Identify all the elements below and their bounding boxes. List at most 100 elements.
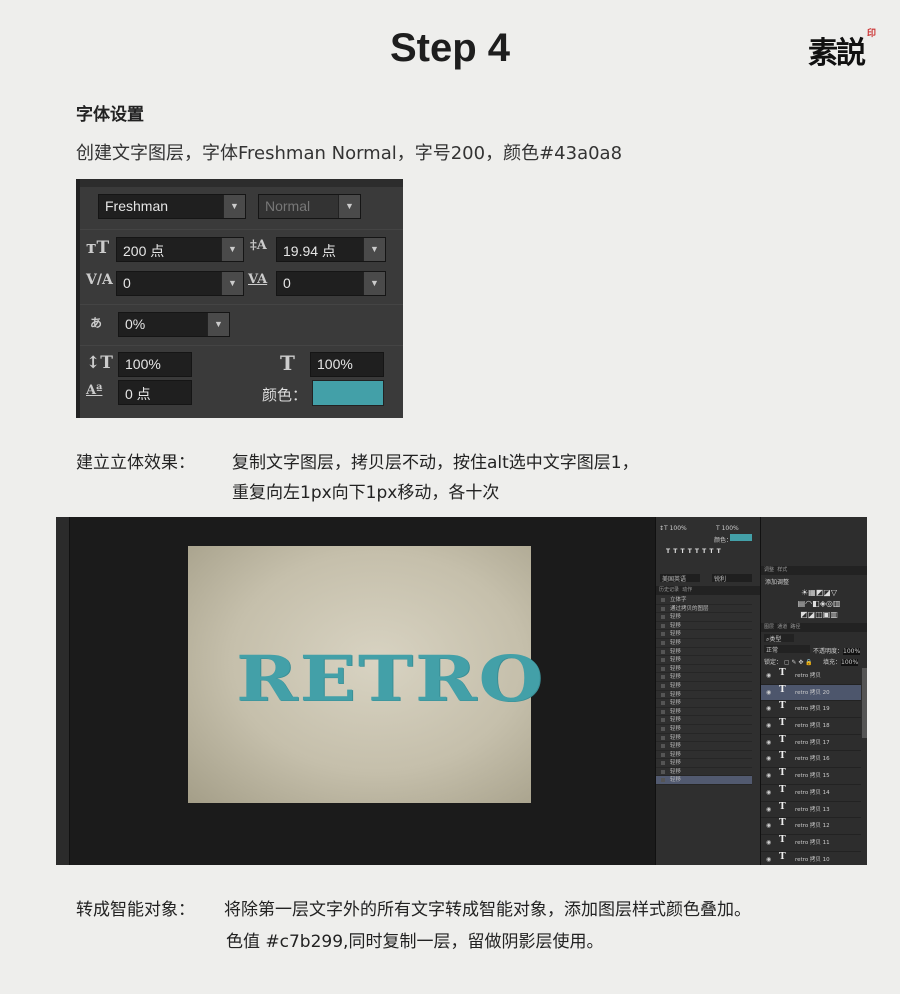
layer-row[interactable]: ◉ Tretro 拷贝 13 [761,802,861,819]
history-item[interactable]: 轻移 [656,768,752,777]
opacity-field[interactable]: 100% [843,648,861,655]
text-layer-icon: T [779,718,786,729]
photoshop-screenshot: RETRO ↕T 100% T 100% 颜色： TTTTTTTT 美国英语 锐… [56,517,867,865]
history-item[interactable]: 立体字 [656,596,752,605]
history-item[interactable]: 轻移 [656,648,752,657]
tsume-field[interactable]: 0% ▼ [118,312,230,337]
eye-icon[interactable]: ◉ [766,751,771,768]
canvas-text: RETRO [236,642,545,716]
eye-icon[interactable]: ◉ [766,802,771,819]
history-item[interactable]: 轻移 [656,759,752,768]
font-style-select[interactable]: Normal ▼ [258,194,361,219]
text-layer-icon: T [779,734,786,745]
layer-row[interactable]: ◉ Tretro 拷贝 11 [761,835,861,852]
history-list: 立体字 通过拷贝的图层 轻移 轻移 轻移 轻移 轻移 轻移 轻移 轻移 轻移 轻移 轻移 轻移 轻移 轻移 轻移… [656,596,752,786]
eye-icon[interactable]: ◉ [766,718,771,735]
tab-layers[interactable]: 图层 [764,624,774,630]
document-canvas[interactable]: RETRO [188,546,545,803]
tab-channels[interactable]: 通道 [777,624,787,630]
layers-list: ◉ Tretro 拷贝 ◉ Tretro 拷贝 20 ◉ Tretro 拷贝 19 ◉ Tre… [761,668,861,865]
history-item[interactable]: 轻移 [656,699,752,708]
layer-row[interactable]: ◉ Tretro 拷贝 10 [761,852,861,865]
tab-adjustments[interactable]: 调整 [764,567,774,573]
layer-name: retro 拷贝 17 [795,739,830,746]
text-layer-icon: T [779,818,786,829]
eye-icon[interactable]: ◉ [766,785,771,802]
mini-color-swatch[interactable] [730,534,752,541]
layer-row[interactable]: ◉ Tretro 拷贝 19 [761,701,861,719]
mini-char-scale: ↕T 100% [659,525,687,532]
seal-stamp: 印 [866,29,876,39]
logo: 素説印 [808,28,876,72]
layer-row[interactable]: ◉ Tretro 拷贝 12 [761,818,861,835]
language-select[interactable]: 美国英语 [660,574,700,583]
history-item[interactable]: 轻移 [656,665,752,674]
antialias-select[interactable]: 锐利 [712,574,752,583]
blend-mode-select[interactable]: 正常 [764,645,810,654]
history-item[interactable]: 轻移 [656,630,752,639]
color-swatch[interactable] [312,380,384,406]
horizontal-scale-icon: T [280,351,295,375]
font-family-select[interactable]: Freshman ▼ [98,194,246,219]
eye-icon[interactable]: ◉ [766,852,771,865]
scrollbar[interactable] [862,668,867,738]
history-item[interactable]: 轻移 [656,673,752,682]
eye-icon[interactable]: ◉ [766,835,771,852]
vertical-scale-field[interactable]: 100% [118,352,192,377]
history-item[interactable]: 轻移 [656,613,752,622]
history-item[interactable]: 轻移 [656,708,752,717]
font-size-field[interactable]: 200 点 ▼ [116,237,244,262]
layer-row[interactable]: ◉ Tretro 拷贝 14 [761,785,861,802]
layer-row[interactable]: ◉ Tretro 拷贝 18 [761,718,861,735]
leading-field[interactable]: 19.94 点 ▼ [276,237,386,262]
tracking-field[interactable]: 0 ▼ [276,271,386,296]
section-text: 重复向左1px向下1px移动，各十次 [232,483,500,503]
history-item[interactable]: 轻移 [656,656,752,665]
layer-name: retro 拷贝 14 [795,789,830,796]
tab-history[interactable]: 历史记录 [659,587,679,593]
layer-row[interactable]: ◉ Tretro 拷贝 15 [761,768,861,785]
history-item[interactable]: 轻移 [656,682,752,691]
tab-paths[interactable]: 路径 [790,624,800,630]
layer-row[interactable]: ◉ Tretro 拷贝 16 [761,751,861,769]
history-item[interactable]: 轻移 [656,742,752,751]
character-panel: Freshman ▼ Normal ▼ ᴛT 200 点 ▼ ‡A 19.94 点 ▼ … [76,179,403,418]
tracking-icon: VA [248,272,268,287]
layer-name: retro 拷贝 19 [795,706,830,713]
eye-icon[interactable]: ◉ [766,768,771,785]
eye-icon[interactable]: ◉ [766,668,771,685]
adjustment-icons[interactable]: ☀▦◩◪▽ ▤◠◧◈◎▥ ◩◪◫▣▥ [779,587,859,620]
eye-icon[interactable]: ◉ [766,685,771,702]
section-description: 创建文字图层，字体Freshman Normal，字号200，颜色#43a0a8 [76,143,623,164]
tab-styles[interactable]: 样式 [777,567,787,573]
baseline-shift-field[interactable]: 0 点 [118,380,192,405]
fill-field[interactable]: 100% [841,659,859,666]
layer-row[interactable]: ◉ Tretro 拷贝 20 [761,684,861,702]
layer-name: retro 拷贝 10 [795,856,830,863]
chevron-down-icon: ▼ [223,195,245,218]
history-item[interactable]: 轻移 [656,622,752,631]
history-item[interactable]: 轻移 [656,751,752,760]
horizontal-scale-field[interactable]: 100% [310,352,384,377]
vertical-ruler [56,517,70,865]
history-item[interactable]: 轻移 [656,716,752,725]
layer-row[interactable]: ◉ Tretro 拷贝 17 [761,735,861,752]
history-item[interactable]: 轻移 [656,639,752,648]
eye-icon[interactable]: ◉ [766,818,771,835]
section-text: 色值 #c7b299,同时复制一层，留做阴影层使用。 [226,932,604,952]
layer-name: retro 拷贝 13 [795,806,830,813]
history-item[interactable]: 轻移 [656,691,752,700]
history-item[interactable]: 轻移 [656,725,752,734]
kerning-field[interactable]: 0 ▼ [116,271,244,296]
eye-icon[interactable]: ◉ [766,735,771,752]
layer-kind-filter[interactable]: ⌕类型 [764,634,794,643]
baseline-shift-icon: Aª [86,383,103,398]
layer-row[interactable]: ◉ Tretro 拷贝 [761,668,861,685]
tab-actions[interactable]: 动作 [682,587,692,593]
history-item[interactable]: 通过拷贝的图层 [656,605,752,614]
color-label: 颜色： [262,387,308,404]
history-item[interactable]: 轻移 [656,776,752,786]
text-style-buttons[interactable]: TTTTTTTT [666,548,724,555]
eye-icon[interactable]: ◉ [766,701,771,718]
history-item[interactable]: 轻移 [656,734,752,743]
